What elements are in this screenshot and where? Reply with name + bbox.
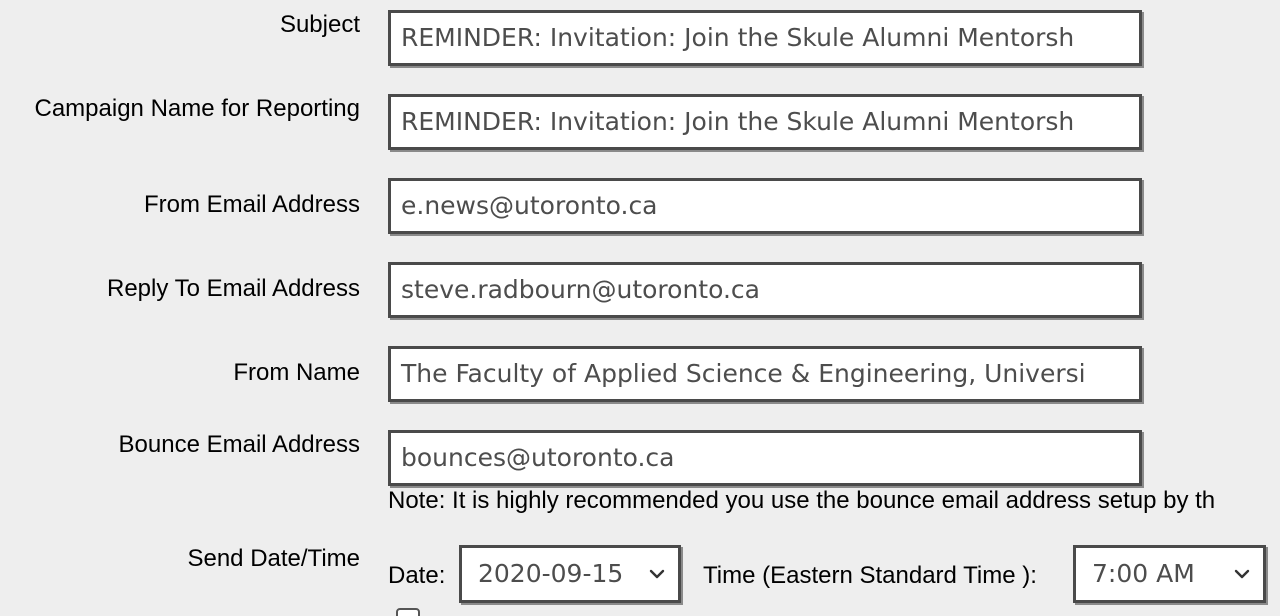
send-datetime-label: Send Date/Time (187, 545, 360, 572)
chevron-down-icon (649, 569, 665, 579)
campaign-name-input[interactable]: REMINDER: Invitation: Join the Skule Alu… (388, 94, 1142, 150)
from-email-input[interactable]: e.news@utoronto.ca (388, 178, 1142, 234)
date-select[interactable]: 2020-09-15 (459, 545, 681, 603)
date-label: Date: (388, 562, 446, 589)
time-label: Time (Eastern Standard Time ): (703, 562, 1037, 589)
date-select-value: 2020-09-15 (478, 559, 624, 588)
from-email-label: From Email Address (143, 191, 360, 218)
campaign-settings-form: Subject REMINDER: Invitation: Join the S… (0, 0, 1280, 616)
from-name-label: From Name (233, 359, 360, 386)
time-select[interactable]: 7:00 AM (1073, 545, 1266, 603)
checkbox[interactable] (396, 608, 420, 616)
subject-label: Subject (279, 11, 360, 38)
bounce-email-note: Note: It is highly recommended you use t… (388, 487, 1216, 514)
bounce-email-label: Bounce Email Address (118, 431, 360, 458)
time-select-value: 7:00 AM (1092, 559, 1195, 588)
reply-to-input[interactable]: steve.radbourn@utoronto.ca (388, 262, 1142, 318)
chevron-down-icon (1234, 569, 1250, 579)
campaign-name-label: Campaign Name for Reporting (34, 95, 361, 122)
subject-input[interactable]: REMINDER: Invitation: Join the Skule Alu… (388, 10, 1142, 66)
reply-to-label: Reply To Email Address (106, 275, 360, 302)
bounce-email-input[interactable]: bounces@utoronto.ca (388, 430, 1142, 486)
from-name-input[interactable]: The Faculty of Applied Science & Enginee… (388, 346, 1142, 402)
